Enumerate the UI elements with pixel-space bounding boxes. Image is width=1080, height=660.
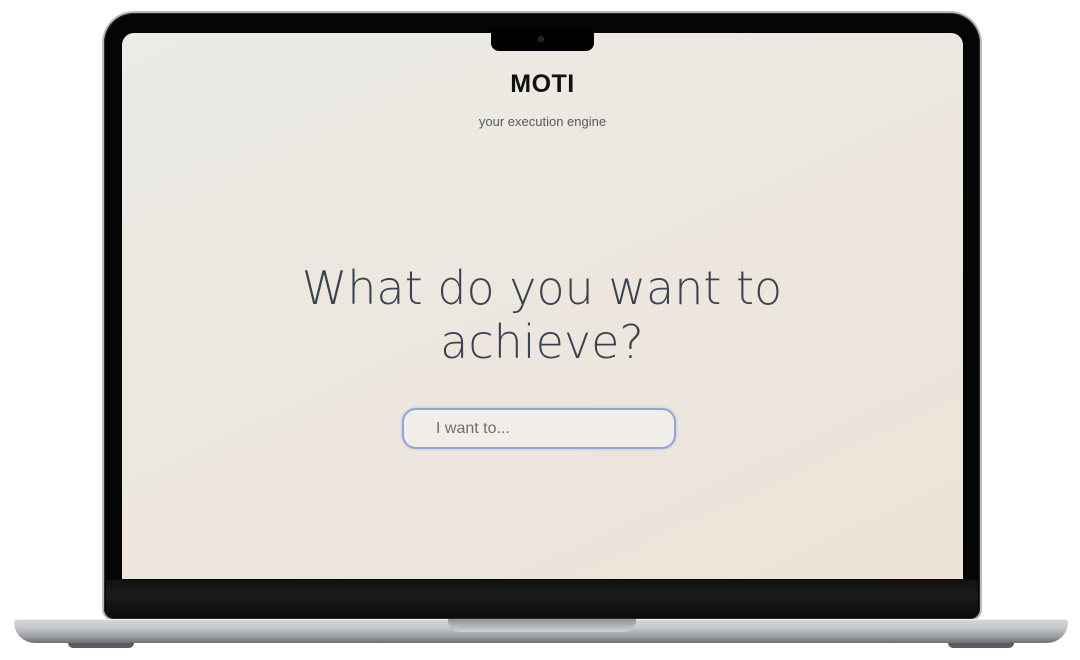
brand-logo: MOTI bbox=[510, 70, 575, 98]
brand-tagline: your execution engine bbox=[478, 114, 607, 129]
laptop-mockup: MOTI your execution engine What do you w… bbox=[0, 0, 1080, 660]
laptop-opening-groove bbox=[448, 619, 636, 632]
laptop-foot-right bbox=[948, 643, 1014, 648]
laptop-chin bbox=[106, 580, 978, 618]
page-title: What do you want to achieve? bbox=[301, 261, 783, 369]
app-screen: MOTI your execution engine What do you w… bbox=[122, 33, 963, 579]
laptop-foot-left bbox=[68, 643, 134, 648]
camera-icon bbox=[538, 36, 544, 42]
goal-input[interactable] bbox=[402, 408, 676, 449]
